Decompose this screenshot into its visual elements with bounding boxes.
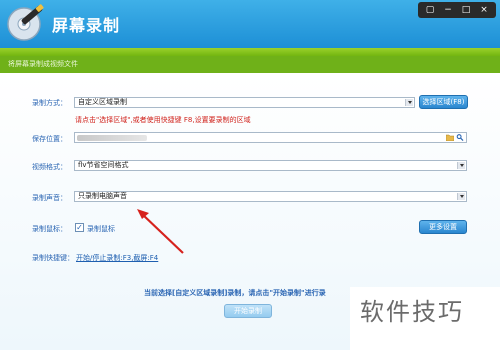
shortcut-label: 录制快捷键： bbox=[32, 254, 74, 262]
record-cursor-checkbox[interactable]: ✓ bbox=[75, 223, 84, 232]
start-record-button[interactable]: 开始录制 bbox=[224, 304, 272, 318]
record-mode-value: 自定义区域录制 bbox=[78, 98, 127, 106]
subtitle-bar: 将屏幕录制成视频文件 bbox=[0, 56, 500, 73]
window-controls: ▢ − □ × bbox=[418, 2, 496, 18]
maximize-icon[interactable]: □ bbox=[458, 3, 474, 17]
save-location-field[interactable] bbox=[74, 132, 467, 143]
record-mode-select[interactable]: 自定义区域录制 bbox=[74, 97, 415, 108]
watermark: 软件技巧 bbox=[350, 287, 500, 350]
audio-select[interactable]: 只录制电脑声音 bbox=[74, 191, 467, 202]
chevron-down-icon bbox=[405, 99, 413, 106]
restore-icon[interactable]: ▢ bbox=[422, 3, 438, 17]
subtitle: 将屏幕录制成视频文件 bbox=[8, 60, 78, 68]
select-area-button[interactable]: 选择区域(F8) bbox=[419, 95, 468, 109]
area-hint: 请点击"选择区域",或者使用快捷键 F8,设置要录制的区域 bbox=[75, 116, 251, 124]
video-format-label: 视频格式： bbox=[32, 163, 67, 171]
app-title: 屏幕录制 bbox=[52, 16, 121, 35]
audio-label: 录制声音： bbox=[32, 194, 67, 202]
title-bar: 屏幕录制 ▢ − □ × bbox=[0, 0, 500, 48]
shortcut-link[interactable]: 开始/停止录制:F3,截屏:F4 bbox=[76, 253, 158, 263]
cursor-label: 录制鼠标： bbox=[32, 225, 67, 233]
save-path-blurred bbox=[77, 135, 147, 141]
status-text: 当前选择[自定义区域录制]录制，请点击"开始录制"进行录 bbox=[144, 289, 326, 297]
toolbar-strip bbox=[0, 48, 500, 56]
folder-icon[interactable] bbox=[446, 134, 454, 141]
search-icon[interactable] bbox=[456, 134, 464, 141]
record-cursor-text: 录制鼠标 bbox=[87, 225, 115, 233]
app-logo-icon bbox=[7, 4, 44, 41]
chevron-down-icon bbox=[457, 193, 465, 200]
audio-value: 只录制电脑声音 bbox=[78, 192, 127, 200]
video-format-select[interactable]: flv节省空间格式 bbox=[74, 160, 467, 171]
close-icon[interactable]: × bbox=[476, 3, 492, 17]
save-location-label: 保存位置： bbox=[32, 135, 67, 143]
more-settings-button[interactable]: 更多设置 bbox=[419, 220, 467, 234]
minimize-icon[interactable]: − bbox=[440, 3, 456, 17]
video-format-value: flv节省空间格式 bbox=[78, 161, 129, 169]
record-mode-label: 录制方式： bbox=[32, 99, 67, 107]
chevron-down-icon bbox=[457, 162, 465, 169]
